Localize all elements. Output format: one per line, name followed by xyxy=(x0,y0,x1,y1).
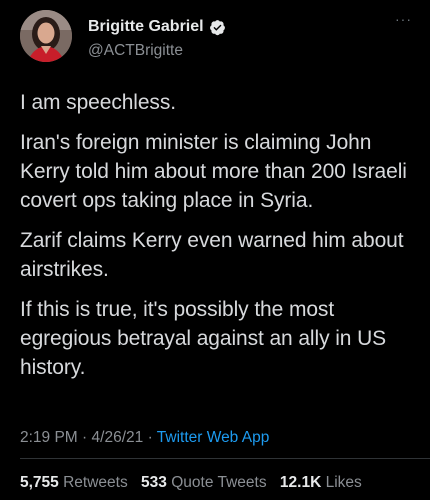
tweet-paragraph: I am speechless. xyxy=(20,91,176,114)
tweet-source-link[interactable]: Twitter Web App xyxy=(157,429,270,446)
retweets-stat[interactable]: 5,755 Retweets xyxy=(20,474,137,491)
profile-photo xyxy=(20,10,72,62)
more-options-icon[interactable]: ··· xyxy=(395,12,412,26)
tweet-metadata: 2:19 PM · 4/26/21 · Twitter Web App xyxy=(20,429,269,447)
tweet-date[interactable]: 4/26/21 xyxy=(92,429,144,446)
verified-badge-icon xyxy=(209,19,226,36)
likes-count: 12.1K xyxy=(279,474,322,491)
meta-separator: · xyxy=(82,429,88,446)
divider xyxy=(20,458,430,459)
tweet-time[interactable]: 2:19 PM xyxy=(20,429,78,446)
quote-tweets-stat[interactable]: 533 Quote Tweets xyxy=(141,474,276,491)
likes-stat[interactable]: 12.1K Likes xyxy=(280,474,371,491)
author-handle[interactable]: @ACTBrigitte xyxy=(88,42,183,60)
likes-label: Likes xyxy=(325,474,362,491)
quote-tweets-count: 533 xyxy=(141,474,167,491)
tweet-text: I am speechless. Iran's foreign minister… xyxy=(20,88,415,393)
quote-tweets-label: Quote Tweets xyxy=(171,474,267,491)
retweets-label: Retweets xyxy=(63,474,128,491)
tweet-paragraph: Zarif claims Kerry even warned him about… xyxy=(20,229,404,281)
retweets-count: 5,755 xyxy=(20,474,59,491)
tweet-paragraph: Iran's foreign minister is claiming John… xyxy=(20,131,407,212)
display-name[interactable]: Brigitte Gabriel xyxy=(88,18,204,36)
tweet-header: Brigitte Gabriel @ACTBrigitte ··· xyxy=(20,10,420,66)
author-name-row: Brigitte Gabriel xyxy=(88,18,226,36)
engagement-stats: 5,755 Retweets 533 Quote Tweets 12.1K Li… xyxy=(20,474,371,492)
avatar[interactable] xyxy=(20,10,72,62)
tweet-paragraph: If this is true, it's possibly the most … xyxy=(20,298,387,379)
meta-separator: · xyxy=(147,429,153,446)
